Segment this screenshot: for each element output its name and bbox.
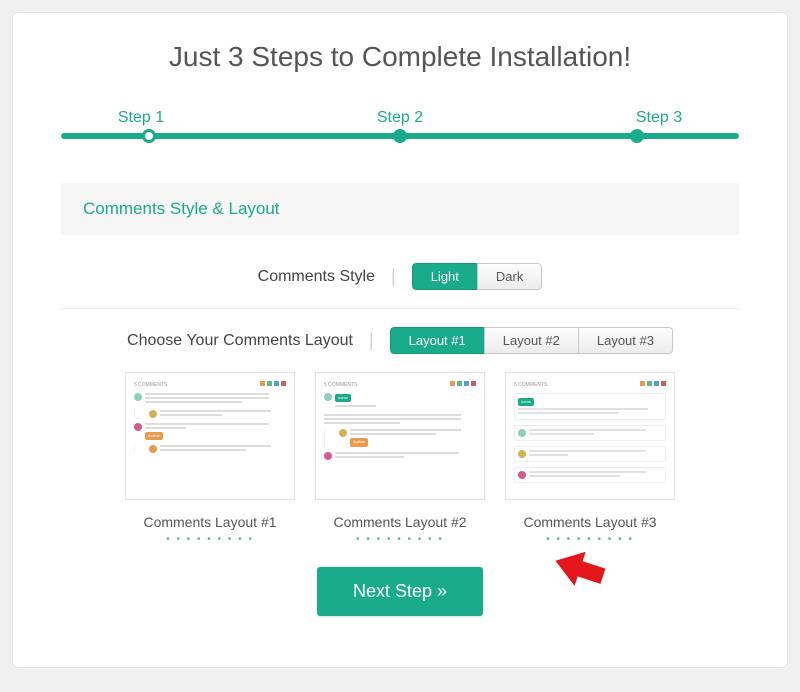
pointer-arrow-icon xyxy=(545,544,609,600)
layout-preview-1[interactable]: 5 COMMENTS Author Comments Layout #1 • •… xyxy=(125,372,295,545)
next-step-button[interactable]: Next Step » xyxy=(317,567,483,616)
layout-2-caption: Comments Layout #2 xyxy=(315,514,485,530)
style-option-light[interactable]: Light xyxy=(412,263,478,290)
install-wizard-card: Just 3 Steps to Complete Installation! S… xyxy=(12,12,788,668)
step-2-dot[interactable] xyxy=(393,129,407,143)
layout-option-2[interactable]: Layout #2 xyxy=(484,327,579,354)
section-header: Comments Style & Layout xyxy=(61,183,739,235)
step-1-label: Step 1 xyxy=(111,109,171,127)
comments-layout-toggle: Layout #1 Layout #2 Layout #3 xyxy=(390,327,673,354)
page-title: Just 3 Steps to Complete Installation! xyxy=(61,41,739,73)
layout-preview-3[interactable]: 5 COMMENTS name Comments Layout #3 • • •… xyxy=(505,372,675,545)
layout-thumbnail-3: 5 COMMENTS name xyxy=(505,372,675,500)
layout-thumbnail-1: 5 COMMENTS Author xyxy=(125,372,295,500)
dots-icon: • • • • • • • • • xyxy=(505,534,675,545)
step-1-dot[interactable] xyxy=(142,129,156,143)
divider xyxy=(61,308,739,309)
layout-preview-2[interactable]: 5 COMMENTS name Author Comments Layout #… xyxy=(315,372,485,545)
dots-icon: • • • • • • • • • xyxy=(315,534,485,545)
separator-icon: | xyxy=(391,266,396,287)
layout-option-3[interactable]: Layout #3 xyxy=(578,327,673,354)
layout-1-caption: Comments Layout #1 xyxy=(125,514,295,530)
step-3-label: Step 3 xyxy=(629,109,689,127)
comments-style-label: Comments Style xyxy=(258,268,375,286)
comments-layout-label: Choose Your Comments Layout xyxy=(127,332,353,350)
style-option-dark[interactable]: Dark xyxy=(477,263,542,290)
step-3-dot[interactable] xyxy=(630,129,644,143)
step-2-label: Step 2 xyxy=(370,109,430,127)
comments-style-toggle: Light Dark xyxy=(412,263,543,290)
stepper: Step 1 Step 2 Step 3 xyxy=(61,109,739,149)
layout-previews: 5 COMMENTS Author Comments Layout #1 • •… xyxy=(61,372,739,545)
separator-icon: | xyxy=(369,330,374,351)
layout-thumbnail-2: 5 COMMENTS name Author xyxy=(315,372,485,500)
stepper-track xyxy=(61,133,739,139)
dots-icon: • • • • • • • • • xyxy=(125,534,295,545)
comments-style-row: Comments Style | Light Dark xyxy=(61,263,739,290)
comments-layout-row: Choose Your Comments Layout | Layout #1 … xyxy=(61,327,739,354)
layout-option-1[interactable]: Layout #1 xyxy=(390,327,485,354)
layout-3-caption: Comments Layout #3 xyxy=(505,514,675,530)
